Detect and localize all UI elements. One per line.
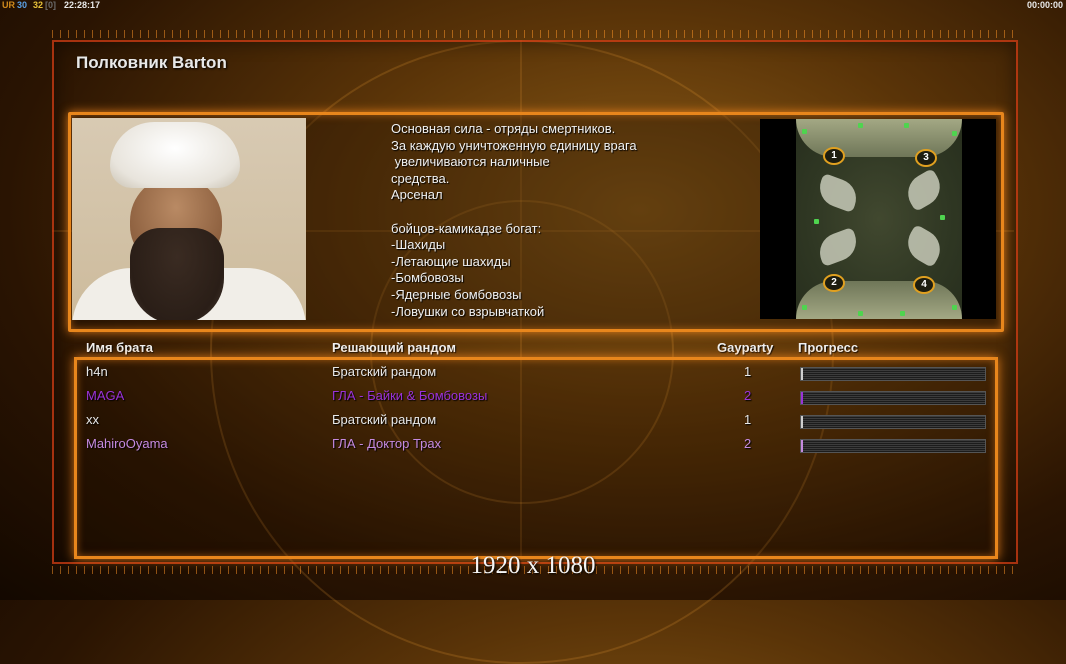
- player-progress-fill: [801, 368, 803, 380]
- resolution-label: 1920 x 1080: [470, 552, 596, 579]
- player-progress-fill: [801, 392, 803, 404]
- player-faction: Братский рандом: [332, 412, 437, 427]
- general-description: Основная сила - отряды смертников. За ка…: [391, 121, 637, 319]
- map-resource: [858, 311, 863, 316]
- portrait-turban: [110, 122, 240, 188]
- minimap: 1 3 2 4: [760, 119, 996, 319]
- player-faction: Братский рандом: [332, 364, 437, 379]
- hud-time: 22:28:17: [64, 0, 101, 10]
- general-portrait: [72, 118, 306, 320]
- hud-clock: 00:00:00: [1026, 0, 1063, 10]
- map-base-top: [796, 119, 962, 157]
- map-resource: [952, 305, 957, 310]
- player-progress-bar: [800, 391, 986, 405]
- map-resource: [814, 219, 819, 224]
- map-resource: [952, 131, 957, 136]
- map-start-position: 2: [823, 274, 845, 292]
- table-row: MahiroOyama ГЛА - Доктор Трах 2: [0, 436, 1066, 456]
- header-team: Gayparty: [717, 340, 774, 355]
- map-resource: [904, 123, 909, 128]
- header-progress: Прогресс: [798, 340, 859, 355]
- player-progress-bar: [800, 367, 986, 381]
- player-name: xx: [86, 412, 99, 427]
- map-resource: [802, 129, 807, 134]
- hud-top-bar: UR 30 32 [0] 22:28:17 00:00:00: [0, 0, 1066, 12]
- map-start-position: 4: [913, 276, 935, 294]
- player-name: h4n: [86, 364, 108, 379]
- map-start-position: 1: [823, 147, 845, 165]
- map-resource: [900, 311, 905, 316]
- table-row: h4n Братский рандом 1: [0, 364, 1066, 384]
- player-progress-fill: [801, 440, 803, 452]
- player-team: 1: [744, 412, 752, 427]
- general-title: Полковник Barton: [76, 53, 227, 72]
- player-faction: ГЛА - Байки & Бомбовозы: [332, 388, 488, 403]
- header-name: Имя брата: [86, 340, 153, 355]
- map-resource: [940, 215, 945, 220]
- table-row: MAGA ГЛА - Байки & Бомбовозы 2: [0, 388, 1066, 408]
- player-progress-bar: [800, 439, 986, 453]
- header-faction: Решающий рандом: [332, 340, 456, 355]
- player-team: 2: [744, 388, 752, 403]
- player-table-header: Имя брата Решающий рандом Gayparty Прогр…: [0, 340, 1066, 358]
- hud-value-b: 32: [33, 0, 44, 10]
- map-resource: [858, 123, 863, 128]
- player-team: 2: [744, 436, 752, 451]
- player-team: 1: [744, 364, 752, 379]
- table-row: xx Братский рандом 1: [0, 412, 1066, 432]
- map-start-position: 3: [915, 149, 937, 167]
- player-faction: ГЛА - Доктор Трах: [332, 436, 442, 451]
- map-base-bottom: [796, 281, 962, 319]
- portrait-beard: [130, 228, 224, 320]
- player-name: MahiroOyama: [86, 436, 168, 451]
- map-resource: [802, 305, 807, 310]
- hud-value-a: 30: [17, 0, 28, 10]
- player-progress-bar: [800, 415, 986, 429]
- ruler-top: [52, 30, 1018, 38]
- hud-value-c: [0]: [45, 0, 56, 10]
- player-progress-fill: [801, 416, 803, 428]
- player-name: MAGA: [86, 388, 125, 403]
- hud-ur-label: UR: [2, 0, 15, 10]
